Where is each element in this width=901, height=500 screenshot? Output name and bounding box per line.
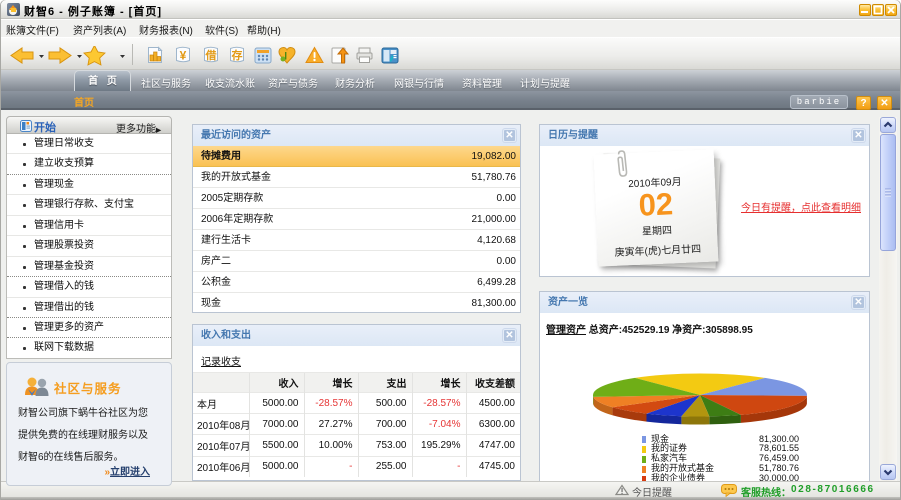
svg-text:存: 存 bbox=[232, 48, 243, 62]
svg-text:¥: ¥ bbox=[180, 49, 187, 63]
svg-text:借: 借 bbox=[205, 48, 217, 62]
